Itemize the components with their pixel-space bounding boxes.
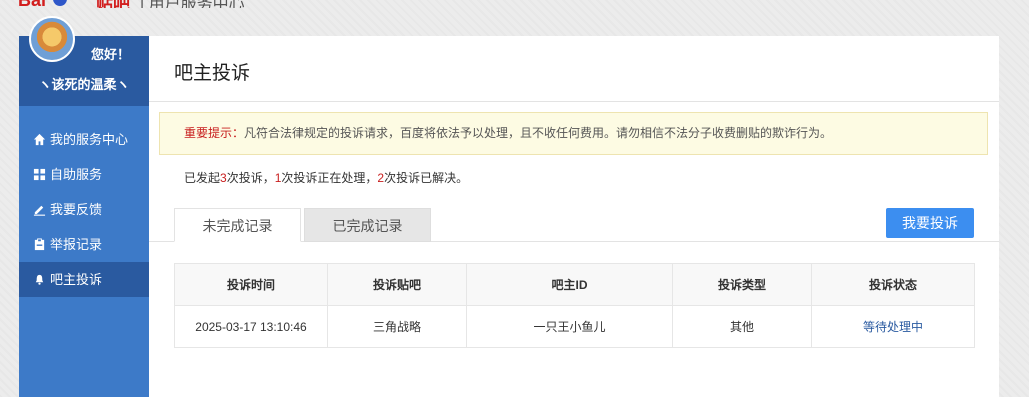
grid-icon bbox=[33, 168, 46, 181]
notice-key: 重要提示： bbox=[184, 126, 245, 140]
column-header: 投诉贴吧 bbox=[327, 263, 467, 306]
home-icon bbox=[33, 133, 46, 146]
cell-type: 其他 bbox=[672, 305, 812, 348]
sidebar-item-label: 吧主投诉 bbox=[50, 272, 103, 287]
cell-status[interactable]: 等待处理中 bbox=[811, 305, 975, 348]
greeting: 您好！ bbox=[91, 47, 131, 62]
sidebar-item-label: 举报记录 bbox=[50, 237, 103, 252]
cell-moderator-id: 一只王小鱼儿 bbox=[466, 305, 673, 348]
column-header: 投诉时间 bbox=[174, 263, 328, 306]
tab-completed-records[interactable]: 已完成记录 bbox=[304, 208, 431, 242]
sidebar: 您好！ ヽ该死的温柔ヽ 我的服务中心 自助服务 我要反馈 举报记录 吧主投诉 bbox=[19, 16, 149, 397]
table-row: 2025-03-17 13:10:46 三角战略 一只王小鱼儿 其他 等待处理中 bbox=[174, 305, 975, 348]
stats-text: 已发起 bbox=[184, 171, 221, 185]
stats-text: 次投诉正在处理， bbox=[281, 171, 378, 185]
complaint-stats: 已发起3次投诉，1次投诉正在处理，2次投诉已解决。 bbox=[184, 169, 468, 186]
pencil-icon bbox=[33, 205, 46, 216]
column-header: 投诉类型 bbox=[672, 263, 812, 306]
avatar[interactable] bbox=[29, 16, 75, 62]
logo-subtitle: | 用户服务中心 bbox=[140, 0, 245, 8]
page-title: 吧主投诉 bbox=[174, 63, 251, 84]
sidebar-menu: 我的服务中心 自助服务 我要反馈 举报记录 吧主投诉 bbox=[19, 122, 149, 297]
column-header: 投诉状态 bbox=[811, 263, 975, 306]
sidebar-item-label: 我的服务中心 bbox=[50, 132, 129, 147]
top-header: Bai 贴吧 | 用户服务中心 bbox=[0, 0, 1029, 8]
username[interactable]: ヽ该死的温柔ヽ bbox=[19, 74, 149, 93]
clipboard-icon bbox=[34, 238, 45, 251]
sidebar-item-report-records[interactable]: 举报记录 bbox=[19, 227, 149, 262]
sidebar-item-label: 我要反馈 bbox=[50, 202, 103, 217]
bell-icon bbox=[35, 274, 44, 285]
complaint-table: 投诉时间 投诉贴吧 吧主ID 投诉类型 投诉状态 2025-03-17 13:1… bbox=[174, 263, 975, 348]
main-panel: 吧主投诉 重要提示：凡符合法律规定的投诉请求，百度将依法予以处理，且不收任何费用… bbox=[149, 36, 999, 397]
sidebar-item-feedback[interactable]: 我要反馈 bbox=[19, 192, 149, 227]
stats-text: 次投诉已解决。 bbox=[384, 171, 469, 185]
title-divider bbox=[149, 101, 999, 102]
sidebar-item-moderator-complaint[interactable]: 吧主投诉 bbox=[19, 262, 149, 297]
submit-complaint-button[interactable]: 我要投诉 bbox=[886, 208, 974, 238]
cell-time: 2025-03-17 13:10:46 bbox=[174, 305, 328, 348]
table-header-row: 投诉时间 投诉贴吧 吧主ID 投诉类型 投诉状态 bbox=[174, 263, 975, 306]
notice-text: 凡符合法律规定的投诉请求，百度将依法予以处理，且不收任何费用。请勿相信不法分子收… bbox=[244, 126, 833, 140]
cell-forum: 三角战略 bbox=[327, 305, 467, 348]
tieba-logo[interactable]: 贴吧 bbox=[96, 0, 130, 8]
paw-logo-icon bbox=[53, 0, 67, 6]
sidebar-item-self-service[interactable]: 自助服务 bbox=[19, 157, 149, 192]
tab-incomplete-records[interactable]: 未完成记录 bbox=[174, 208, 301, 242]
sidebar-item-service-center[interactable]: 我的服务中心 bbox=[19, 122, 149, 157]
notice-banner: 重要提示：凡符合法律规定的投诉请求，百度将依法予以处理，且不收任何费用。请勿相信… bbox=[159, 112, 988, 155]
user-card: 您好！ ヽ该死的温柔ヽ bbox=[19, 16, 149, 106]
column-header: 吧主ID bbox=[466, 263, 673, 306]
stats-text: 次投诉， bbox=[226, 171, 275, 185]
sidebar-item-label: 自助服务 bbox=[50, 167, 103, 182]
baidu-logo[interactable]: Bai bbox=[18, 0, 46, 8]
stats-count-total: 3 bbox=[220, 171, 227, 185]
